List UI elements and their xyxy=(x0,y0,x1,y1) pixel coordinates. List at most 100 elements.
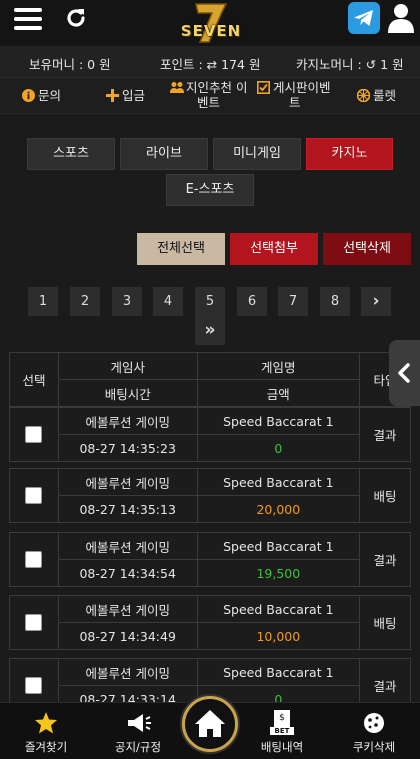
page-6[interactable]: 6 xyxy=(237,287,267,316)
tab-live[interactable]: 라이브 xyxy=(120,138,208,170)
table-row[interactable]: 에볼루션 게이밍 Speed Baccarat 1 결과 08-27 14:34:54… xyxy=(9,532,411,587)
table-row[interactable]: 에볼루션 게이밍 Speed Baccarat 1 결과 08-27 14:35:23… xyxy=(9,407,411,462)
info-icon xyxy=(22,89,35,102)
row-checkbox[interactable] xyxy=(25,487,43,504)
money-bar: 보유머니 : 0 원 포인트 : ⇄ 174 원 카지노머니 : ↺ 1 원 xyxy=(0,46,420,78)
menu-roulette-label: 룰렛 xyxy=(373,88,397,103)
casino-money-unit: 원 xyxy=(392,57,404,72)
page-8[interactable]: 8 xyxy=(320,287,350,316)
nav-favorites-label: 즐겨찾기 xyxy=(24,740,68,754)
row-checkbox[interactable] xyxy=(25,677,43,694)
row-checkbox[interactable] xyxy=(25,551,43,568)
nav-bet-history-label: 배팅내역 xyxy=(260,740,304,754)
row-type: 결과 xyxy=(359,532,411,587)
last-page-button[interactable]: » xyxy=(195,316,225,345)
telegram-icon[interactable] xyxy=(348,2,380,34)
casino-money: 카지노머니 : ↺ 1 원 xyxy=(296,54,404,73)
casino-money-value: 1 xyxy=(380,57,389,72)
row-select-cell xyxy=(9,532,59,587)
plus-icon xyxy=(106,89,119,102)
menu-deposit[interactable]: 입금 xyxy=(106,88,145,103)
holding-money: 보유머니 : 0 원 xyxy=(29,54,111,73)
roulette-icon xyxy=(356,88,371,103)
header-provider: 게임사 xyxy=(57,352,198,380)
row-amount: 0 xyxy=(196,434,361,462)
nav-favorites[interactable]: 즐겨찾기 xyxy=(4,703,88,759)
user-profile-icon[interactable] xyxy=(386,2,416,34)
menu-board-event[interactable]: 게시판이벤 트 xyxy=(257,80,331,110)
megaphone-icon xyxy=(128,714,151,732)
header-select: 선택 xyxy=(9,352,59,407)
logo-text: SEVEN xyxy=(180,22,242,40)
reload-icon[interactable]: ↺ xyxy=(366,57,376,72)
exchange-icon[interactable]: ⇄ xyxy=(207,57,217,72)
menu-board-line2: 트 xyxy=(289,95,301,110)
nav-cookie-delete-label: 쿠키삭제 xyxy=(352,740,396,754)
point-label: 포인트 : xyxy=(160,57,203,72)
page-1[interactable]: 1 xyxy=(28,287,58,316)
nav-bet-history[interactable]: $ BET 배팅내역 xyxy=(240,703,324,759)
nav-cookie-delete[interactable]: 쿠키삭제 xyxy=(332,703,416,759)
holding-money-label: 보유머니 : xyxy=(29,57,84,72)
quick-menu-bar: 문의 입금 지인추천 이 벤트 게시판이벤 트 룰렛 xyxy=(0,78,420,114)
menu-roulette[interactable]: 룰렛 xyxy=(356,88,397,103)
page-2[interactable]: 2 xyxy=(70,287,100,316)
row-type: 배팅 xyxy=(359,468,411,523)
row-amount: 10,000 xyxy=(196,622,361,650)
page-3[interactable]: 3 xyxy=(112,287,142,316)
bet-history-header: 선택 게임사 게임명 타입 배팅시간 금액 xyxy=(9,352,411,407)
menu-referral-event[interactable]: 지인추천 이 벤트 xyxy=(170,80,247,110)
row-checkbox[interactable] xyxy=(25,614,43,631)
row-bet-time: 08-27 14:34:54 xyxy=(57,559,198,587)
row-checkbox[interactable] xyxy=(25,426,43,443)
delete-selected-button[interactable]: 선택삭제 xyxy=(323,233,411,265)
attach-selected-button[interactable]: 선택첨부 xyxy=(230,233,318,265)
svg-text:$: $ xyxy=(279,713,285,723)
bet-badge: BET xyxy=(270,727,294,735)
row-provider: 에볼루션 게이밍 xyxy=(57,468,198,496)
row-game-name: Speed Baccarat 1 xyxy=(196,407,361,435)
page-4[interactable]: 4 xyxy=(153,287,183,316)
point-money: 포인트 : ⇄ 174 원 xyxy=(160,54,261,73)
row-game-name: Speed Baccarat 1 xyxy=(196,468,361,496)
checkbox-icon xyxy=(257,81,270,94)
row-game-name: Speed Baccarat 1 xyxy=(196,532,361,560)
row-amount: 19,500 xyxy=(196,559,361,587)
row-provider: 에볼루션 게이밍 xyxy=(57,532,198,560)
point-value: 174 xyxy=(221,57,245,72)
page-7[interactable]: 7 xyxy=(278,287,308,316)
holding-money-unit: 원 xyxy=(99,57,111,72)
home-icon xyxy=(195,710,225,737)
header-game-name: 게임명 xyxy=(196,352,361,380)
star-icon xyxy=(35,712,57,734)
home-button[interactable] xyxy=(182,696,238,752)
menu-referral-line2: 벤트 xyxy=(197,95,221,110)
nav-notice-label: 공지/규정 xyxy=(114,740,162,754)
hamburger-menu-icon[interactable] xyxy=(14,8,42,32)
nav-notice[interactable]: 공지/규정 xyxy=(96,703,180,759)
page-5[interactable]: 5 xyxy=(195,287,225,316)
menu-inquiry[interactable]: 문의 xyxy=(22,88,61,103)
tab-sports[interactable]: 스포츠 xyxy=(27,138,115,170)
cookie-icon xyxy=(364,713,384,733)
side-panel-toggle[interactable] xyxy=(389,340,420,406)
row-amount: 20,000 xyxy=(196,495,361,523)
refresh-icon[interactable] xyxy=(64,6,88,30)
top-header: SEVEN xyxy=(0,0,420,46)
row-provider: 에볼루션 게이밍 xyxy=(57,407,198,435)
next-page-button[interactable]: › xyxy=(361,287,391,316)
row-game-name: Speed Baccarat 1 xyxy=(196,595,361,623)
select-all-button[interactable]: 전체선택 xyxy=(137,233,225,265)
row-provider: 에볼루션 게이밍 xyxy=(57,658,198,686)
row-bet-time: 08-27 14:35:23 xyxy=(57,434,198,462)
chevron-left-icon xyxy=(398,363,410,383)
tab-esports[interactable]: E-스포츠 xyxy=(166,174,254,206)
seven-logo[interactable]: SEVEN xyxy=(176,2,246,44)
menu-board-line1: 게시판이벤 xyxy=(273,80,331,95)
tab-casino[interactable]: 카지노 xyxy=(306,138,393,170)
row-provider: 에볼루션 게이밍 xyxy=(57,595,198,623)
table-row[interactable]: 에볼루션 게이밍 Speed Baccarat 1 배팅 08-27 14:34:49… xyxy=(9,595,411,650)
table-row[interactable]: 에볼루션 게이밍 Speed Baccarat 1 배팅 08-27 14:35:13… xyxy=(9,468,411,523)
tab-minigame[interactable]: 미니게임 xyxy=(213,138,301,170)
casino-money-label: 카지노머니 : xyxy=(296,57,362,72)
